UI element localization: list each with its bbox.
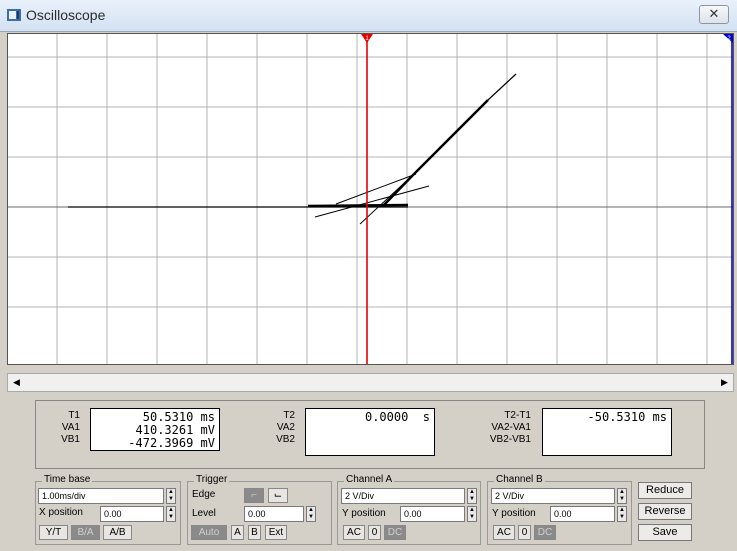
dt-value: -50.5310 ms	[587, 410, 667, 424]
channel-b-scale-spinner[interactable]: ▲ ▼	[617, 488, 627, 504]
title-bar: Oscilloscope ✕	[0, 0, 737, 32]
trigger-ext-button[interactable]: Ext	[265, 525, 287, 540]
trace-segment	[487, 73, 517, 101]
channel-a-ypos-field[interactable]: 0.00	[400, 506, 465, 522]
channel-a-ypos-spinner[interactable]: ▲ ▼	[467, 506, 477, 522]
reduce-button[interactable]: Reduce	[638, 482, 692, 499]
trigger-group: Trigger Edge ⌐ ⌙ Level 0.00 ▲ ▼ Auto A B …	[187, 474, 332, 545]
trigger-b-button[interactable]: B	[248, 525, 261, 540]
channel-b-ac-button[interactable]: AC	[493, 525, 515, 540]
mode-ab-button[interactable]: A/B	[103, 525, 132, 540]
t2-value: 0.0000 s	[364, 410, 430, 424]
vb2-label: VB2	[276, 434, 295, 445]
mode-ba-button[interactable]: B/A	[71, 525, 100, 540]
cursor-1-readout: 50.5310 ms 410.3261 mV -472.3969 mV	[90, 408, 220, 451]
dvb-label: VB2-VB1	[489, 434, 531, 445]
scroll-right-icon[interactable]: ▶	[717, 375, 732, 390]
va2-label: VA2	[276, 422, 295, 433]
horizontal-scrollbar[interactable]: ◀ ▶	[7, 373, 734, 392]
channel-a-group: Channel A 2 V/Div ▲ ▼ Y position 0.00 ▲ ▼ …	[337, 474, 481, 545]
channel-a-scale-spinner[interactable]: ▲ ▼	[467, 488, 477, 504]
edge-label: Edge	[192, 489, 216, 500]
center-axes	[8, 34, 733, 364]
channel-b-ypos-spinner[interactable]: ▲ ▼	[617, 506, 627, 522]
falling-edge-icon[interactable]: ⌙	[268, 488, 288, 503]
trace-segment	[359, 173, 415, 225]
trigger-title: Trigger	[194, 474, 230, 485]
channel-b-group: Channel B 2 V/Div ▲ ▼ Y position 0.00 ▲ ▼ …	[487, 474, 632, 545]
timebase-scale-field[interactable]: 1.00ms/div	[38, 488, 164, 504]
channel-a-ac-button[interactable]: AC	[343, 525, 365, 540]
xpos-spinner[interactable]: ▲ ▼	[166, 506, 176, 522]
channel-b-ypos-label: Y position	[492, 508, 536, 519]
xpos-label: X position	[39, 507, 83, 518]
scope-plot: 1 2	[8, 34, 733, 364]
channel-b-title: Channel B	[494, 474, 545, 485]
channel-b-scale-field[interactable]: 2 V/Div	[491, 488, 615, 504]
vb1-label: VB1	[61, 434, 80, 445]
signal-trace	[68, 73, 517, 225]
measurement-panel: T1 VA1 VB1 50.5310 ms 410.3261 mV -472.3…	[35, 400, 705, 469]
timebase-title: Time base	[42, 474, 93, 485]
save-button[interactable]: Save	[638, 524, 692, 541]
trigger-auto-button[interactable]: Auto	[191, 525, 227, 540]
trace-segment	[335, 173, 417, 205]
oscilloscope-app-icon	[7, 9, 21, 21]
mode-yt-button[interactable]: Y/T	[39, 525, 68, 540]
channel-a-dc-button[interactable]: DC	[384, 525, 406, 540]
vb1-value: -472.3969 mV	[128, 436, 215, 450]
trigger-a-button[interactable]: A	[231, 525, 244, 540]
timebase-scale-spinner[interactable]: ▲ ▼	[166, 488, 176, 504]
channel-a-title: Channel A	[344, 474, 395, 485]
dt-label: T2-T1	[504, 410, 531, 421]
channel-b-dc-button[interactable]: DC	[534, 525, 556, 540]
trace-segment	[413, 99, 489, 175]
scroll-left-icon[interactable]: ◀	[9, 375, 24, 390]
delta-readout: -50.5310 ms	[542, 408, 672, 456]
timebase-group: Time base 1.00ms/div ▲ ▼ X position 0.00 …	[35, 474, 181, 545]
t1-value: 50.5310 ms	[142, 410, 215, 424]
scope-display[interactable]: 1 2	[7, 33, 734, 365]
close-button[interactable]: ✕	[699, 5, 729, 24]
window-title: Oscilloscope	[26, 7, 106, 23]
channel-a-scale-field[interactable]: 2 V/Div	[341, 488, 465, 504]
channel-a-zero-button[interactable]: 0	[368, 525, 381, 540]
channel-b-ypos-field[interactable]: 0.00	[550, 506, 615, 522]
xpos-field[interactable]: 0.00	[100, 506, 164, 522]
t1-label: T1	[68, 410, 80, 421]
dva-label: VA2-VA1	[491, 422, 531, 433]
grid	[8, 34, 733, 364]
t2-label: T2	[283, 410, 295, 421]
cursor-2-readout: 0.0000 s	[305, 408, 435, 456]
level-spinner[interactable]: ▲ ▼	[306, 506, 316, 522]
rising-edge-icon[interactable]: ⌐	[244, 488, 264, 503]
va1-label: VA1	[61, 422, 80, 433]
va1-value: 410.3261 mV	[135, 423, 215, 437]
level-field[interactable]: 0.00	[244, 506, 304, 522]
channel-a-ypos-label: Y position	[342, 508, 386, 519]
level-label: Level	[192, 508, 216, 519]
channel-b-zero-button[interactable]: 0	[518, 525, 531, 540]
reverse-button[interactable]: Reverse	[638, 503, 692, 520]
close-icon: ✕	[708, 6, 720, 21]
